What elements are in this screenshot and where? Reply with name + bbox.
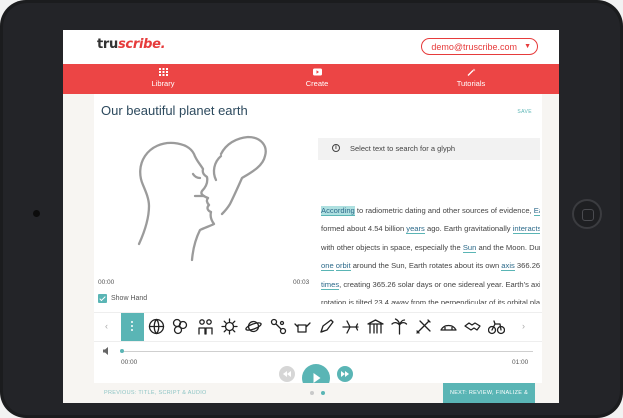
info-icon: i [332, 144, 340, 152]
script-text-segment: around the Sun, Earth rotates about its … [350, 261, 502, 271]
coins-icon[interactable] [172, 318, 189, 335]
nav-create[interactable]: Create [277, 68, 357, 88]
nav-library[interactable]: Library [123, 68, 203, 88]
fast-forward-button[interactable] [337, 366, 353, 382]
linked-word[interactable]: orbit [335, 261, 351, 272]
timeline-thumb[interactable] [120, 349, 124, 353]
show-hand-checkbox[interactable] [98, 294, 107, 303]
bridge-icon[interactable] [439, 318, 457, 335]
logo-accent: scribe. [117, 37, 166, 52]
nav-create-label: Create [305, 79, 329, 88]
next-step-button[interactable]: NEXT: REVIEW, FINALIZE & SAVE [443, 383, 535, 403]
top-bar: truscribe. demo@truscribe.com ▼ [63, 30, 559, 64]
show-hand-label: Show Hand [111, 295, 148, 302]
tools-icon[interactable] [415, 318, 432, 335]
editor-panel: Our beautiful planet earth SAVE 00:00 00… [94, 94, 542, 403]
scene-canvas[interactable] [94, 134, 316, 262]
script-line[interactable]: with other objects in space, especially … [321, 239, 540, 257]
logo-main: tru [97, 37, 118, 52]
tablet-frame: truscribe. demo@truscribe.com ▼ Library C… [0, 0, 623, 418]
linked-word[interactable]: axis [501, 261, 515, 272]
orbit-icon[interactable] [270, 318, 287, 335]
glyph-strip: ‹ › [94, 312, 542, 342]
linked-word[interactable]: According [321, 206, 355, 216]
fast-forward-icon [341, 371, 349, 377]
watering-can-icon[interactable] [294, 318, 311, 335]
chevron-down-icon: ▼ [524, 43, 531, 50]
sun-icon[interactable] [221, 318, 238, 335]
script-text-segment: 366.26 [514, 261, 540, 271]
grid-icon [158, 68, 168, 76]
script-line[interactable]: formed about 4.54 billion years ago. Ear… [321, 220, 540, 238]
glyph-search-text: Select text to search for a glyph [350, 144, 456, 153]
linked-word[interactable]: times [321, 279, 340, 290]
page-dot-1[interactable] [310, 391, 314, 395]
script-text-segment: rotation is tilted 23.4 away from the pe… [321, 298, 540, 304]
step-footer: PREVIOUS: TITLE, SCRIPT & AUDIO NEXT: RE… [63, 383, 559, 403]
main-nav: Library Create Tutorials [63, 64, 559, 94]
linked-word[interactable]: interacts [512, 224, 540, 235]
glyph-search-hint: i Select text to search for a glyph [318, 138, 540, 160]
more-vertical-icon [131, 321, 133, 333]
camera [33, 210, 40, 217]
show-hand-toggle[interactable]: Show Hand [98, 294, 147, 304]
timeline-start: 00:00 [121, 359, 138, 366]
script-text-segment: ago. Earth gravitationally [424, 224, 513, 234]
chevron-left-icon[interactable]: ‹ [105, 321, 108, 331]
page-dot-2[interactable] [321, 391, 325, 395]
nav-tutorials-label: Tutorials [456, 79, 486, 88]
palm-tree-icon[interactable] [391, 318, 408, 335]
script-line[interactable]: one orbit around the Sun, Earth rotates … [321, 257, 540, 275]
scene-time-end: 00:03 [293, 279, 310, 286]
globe-icon[interactable] [148, 318, 165, 335]
script-text-segment: formed about 4.54 billion [321, 224, 407, 234]
timeline-end: 01:00 [512, 359, 529, 366]
script-text-segment: and the Moon. During [478, 242, 540, 252]
script-line[interactable]: rotation is tilted 23.4 away from the pe… [321, 294, 540, 304]
nav-library-label: Library [151, 79, 175, 88]
page-title: Our beautiful planet earth [101, 103, 248, 118]
rewind-icon [283, 371, 291, 377]
linked-word[interactable]: one [321, 261, 334, 272]
people-icon[interactable] [197, 318, 214, 335]
account-dropdown[interactable]: demo@truscribe.com ▼ [421, 38, 538, 55]
linked-word[interactable]: Earth [533, 206, 540, 216]
script-text[interactable]: According to radiometric dating and othe… [318, 202, 540, 304]
account-email: demo@truscribe.com [431, 42, 517, 52]
rewind-button[interactable] [279, 366, 295, 382]
volume-icon[interactable] [103, 347, 111, 355]
nav-tutorials[interactable]: Tutorials [431, 68, 511, 88]
bicycle-icon[interactable] [488, 318, 506, 335]
planet-icon[interactable] [245, 318, 262, 335]
logo[interactable]: truscribe. [97, 37, 166, 52]
script-text-segment: , creating 365.26 solar days or one side… [339, 279, 540, 289]
linked-word[interactable]: Sun [462, 242, 477, 253]
save-button[interactable]: SAVE [517, 109, 532, 115]
linked-word[interactable]: years [406, 224, 425, 235]
script-text-segment: to radiometric dating and other sources … [354, 206, 534, 215]
script-text-segment: with other objects in space, especially … [321, 242, 463, 252]
glyph-menu-button[interactable] [121, 313, 144, 341]
scene-time-start: 00:00 [98, 279, 115, 286]
pencil-icon[interactable] [318, 318, 335, 335]
head-profile-drawing [137, 135, 267, 262]
app-screen: truscribe. demo@truscribe.com ▼ Library C… [63, 30, 559, 403]
pavilion-icon[interactable] [367, 318, 384, 335]
script-line[interactable]: times, creating 365.26 solar days or one… [321, 276, 540, 294]
home-button[interactable] [572, 199, 602, 229]
timeline-track[interactable] [121, 351, 533, 352]
magic-wand-icon [467, 68, 475, 76]
script-line[interactable]: According to radiometric dating and othe… [321, 202, 540, 220]
previous-step-link[interactable]: PREVIOUS: TITLE, SCRIPT & AUDIO [104, 390, 207, 396]
airplane-icon[interactable] [342, 318, 360, 335]
handshake-icon[interactable] [464, 318, 481, 335]
video-icon [312, 68, 322, 76]
chevron-right-icon[interactable]: › [522, 321, 525, 331]
